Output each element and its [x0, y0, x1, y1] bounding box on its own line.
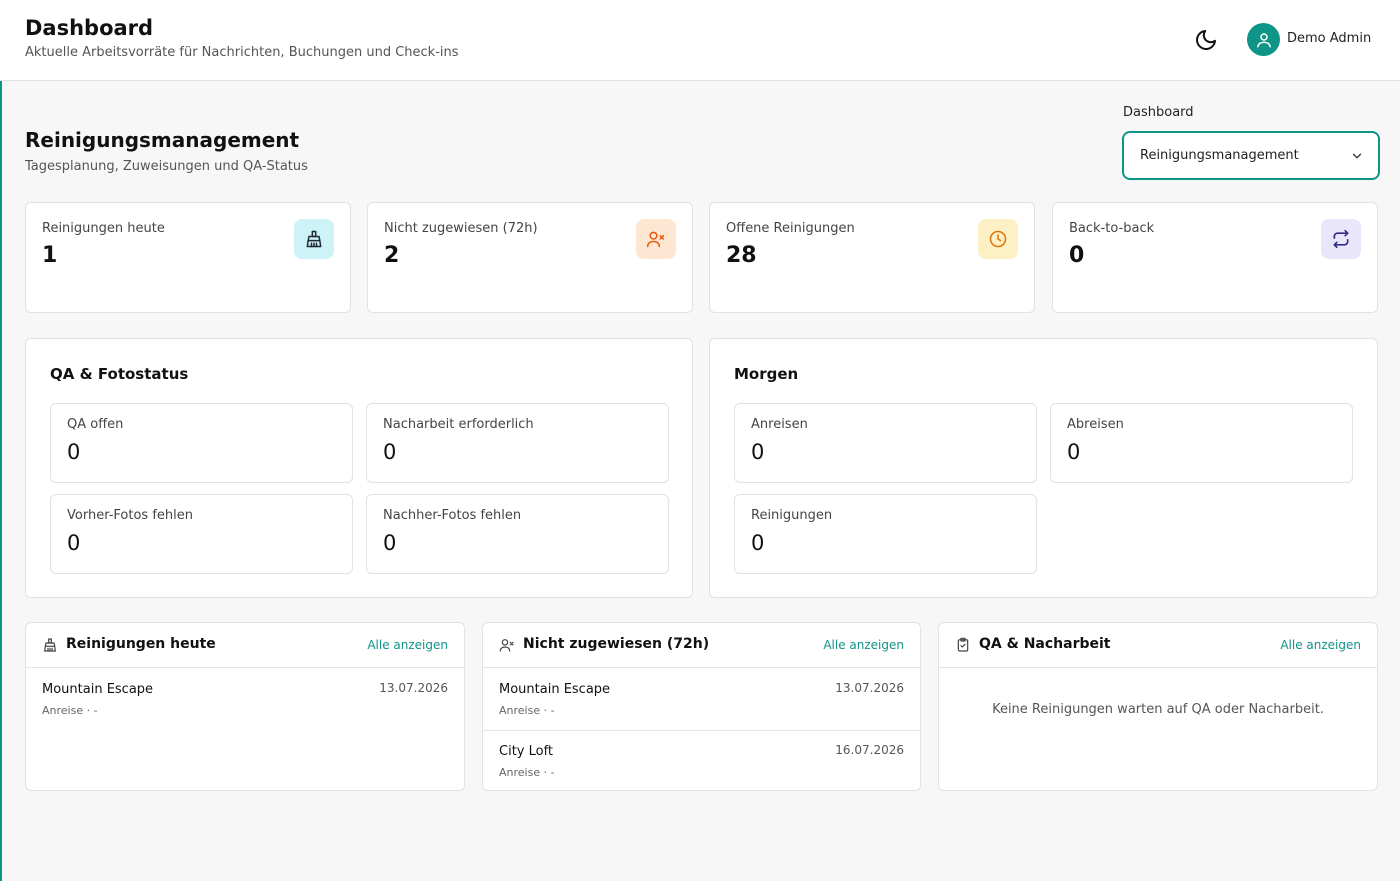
stat-card-open-cleanings: Offene Reinigungen 28 [709, 202, 1035, 313]
stat-card-cleanings-today: Reinigungen heute 1 [25, 202, 351, 313]
show-all-link[interactable]: Alle anzeigen [1280, 638, 1361, 652]
rework-required-card: Nacharbeit erforderlich 0 [366, 403, 669, 483]
dashboard-select-value: Reinigungsmanagement [1140, 148, 1299, 163]
mini-label: Nacharbeit erforderlich [383, 417, 534, 432]
show-all-link[interactable]: Alle anzeigen [367, 638, 448, 652]
stat-value: 1 [42, 243, 58, 268]
user-icon [1256, 32, 1271, 47]
mini-label: Anreisen [751, 417, 808, 432]
property-name: Mountain Escape [42, 682, 154, 697]
section-subtitle: Tagesplanung, Zuweisungen und QA-Status [25, 159, 308, 174]
list-header: Nicht zugewiesen (72h) Alle anzeigen [483, 623, 920, 668]
mini-value: 0 [383, 440, 397, 464]
mini-value: 0 [383, 531, 397, 555]
chevron-down-icon [1352, 153, 1362, 159]
mini-label: Vorher-Fotos fehlen [67, 508, 193, 523]
repeat-icon [1321, 219, 1361, 259]
list-header: QA & Nacharbeit Alle anzeigen [939, 623, 1377, 668]
mini-label: QA offen [67, 417, 124, 432]
broom-icon [294, 219, 334, 259]
qa-rework-list: QA & Nacharbeit Alle anzeigen Keine Rein… [938, 622, 1378, 791]
dashboard-select[interactable]: Reinigungsmanagement [1122, 131, 1380, 180]
stat-label: Reinigungen heute [42, 221, 165, 236]
broom-icon [44, 638, 56, 652]
stat-label: Back-to-back [1069, 221, 1155, 236]
stat-value: 0 [1069, 243, 1085, 268]
qa-open-card: QA offen 0 [50, 403, 353, 483]
mini-value: 0 [751, 440, 765, 464]
clipboard-check-icon [957, 637, 969, 652]
cleanings-today-list: Reinigungen heute Alle anzeigen Mountain… [25, 622, 465, 791]
mini-value: 0 [67, 531, 81, 555]
departures-card: Abreisen 0 [1050, 403, 1353, 483]
arrivals-card: Anreisen 0 [734, 403, 1037, 483]
user-x-icon [636, 219, 676, 259]
list-item[interactable]: City Loft Anreise · - 16.07.2026 [483, 730, 920, 790]
mini-value: 0 [751, 531, 765, 555]
stat-label: Nicht zugewiesen (72h) [384, 221, 538, 236]
stat-label: Offene Reinigungen [726, 221, 855, 236]
list-title: QA & Nacharbeit [979, 636, 1111, 652]
dashboard-select-label: Dashboard [1123, 105, 1194, 120]
panel-title: QA & Fotostatus [50, 365, 189, 383]
mini-label: Nachher-Fotos fehlen [383, 508, 522, 523]
row-date: 13.07.2026 [379, 681, 448, 695]
property-name: City Loft [499, 744, 554, 759]
stat-value: 28 [726, 243, 757, 268]
unassigned-list: Nicht zugewiesen (72h) Alle anzeigen Mou… [482, 622, 921, 791]
section-title: Reinigungsmanagement [25, 128, 300, 152]
show-all-link[interactable]: Alle anzeigen [823, 638, 904, 652]
theme-toggle-button[interactable] [1194, 28, 1218, 52]
qa-photo-status-panel: QA & Fotostatus QA offen 0 Nacharbeit er… [25, 338, 693, 598]
empty-state-text: Keine Reinigungen warten auf QA oder Nac… [992, 702, 1324, 717]
user-name[interactable]: Demo Admin [1287, 31, 1371, 46]
after-photos-missing-card: Nachher-Fotos fehlen 0 [366, 494, 669, 574]
row-date: 16.07.2026 [835, 743, 904, 757]
panel-title: Morgen [734, 365, 799, 383]
list-header: Reinigungen heute Alle anzeigen [26, 623, 464, 668]
mini-label: Abreisen [1067, 417, 1124, 432]
stat-card-unassigned: Nicht zugewiesen (72h) 2 [367, 202, 693, 313]
row-date: 13.07.2026 [835, 681, 904, 695]
list-title: Nicht zugewiesen (72h) [523, 636, 710, 652]
mini-value: 0 [67, 440, 81, 464]
list-title: Reinigungen heute [66, 636, 216, 652]
page-title: Dashboard [25, 16, 154, 40]
list-item[interactable]: Mountain Escape Anreise · - 13.07.2026 [26, 669, 464, 731]
tomorrow-cleanings-card: Reinigungen 0 [734, 494, 1037, 574]
clock-icon [978, 219, 1018, 259]
stat-value: 2 [384, 243, 400, 268]
list-item[interactable]: Mountain Escape Anreise · - 13.07.2026 [483, 669, 920, 731]
user-avatar[interactable] [1247, 23, 1280, 56]
mini-label: Reinigungen [751, 508, 833, 523]
property-name: Mountain Escape [499, 682, 611, 697]
left-accent-edge [0, 0, 2, 881]
tomorrow-panel: Morgen Anreisen 0 Abreisen 0 Reinigungen… [709, 338, 1378, 598]
mini-value: 0 [1067, 440, 1081, 464]
row-subtitle: Anreise · - [499, 766, 555, 779]
row-subtitle: Anreise · - [499, 704, 555, 717]
stat-card-back-to-back: Back-to-back 0 [1052, 202, 1378, 313]
top-header: Dashboard Aktuelle Arbeitsvorräte für Na… [0, 0, 1400, 81]
user-x-icon [499, 639, 514, 652]
page-subtitle: Aktuelle Arbeitsvorräte für Nachrichten,… [25, 45, 459, 60]
before-photos-missing-card: Vorher-Fotos fehlen 0 [50, 494, 353, 574]
moon-icon [1196, 30, 1216, 50]
row-subtitle: Anreise · - [42, 704, 98, 717]
